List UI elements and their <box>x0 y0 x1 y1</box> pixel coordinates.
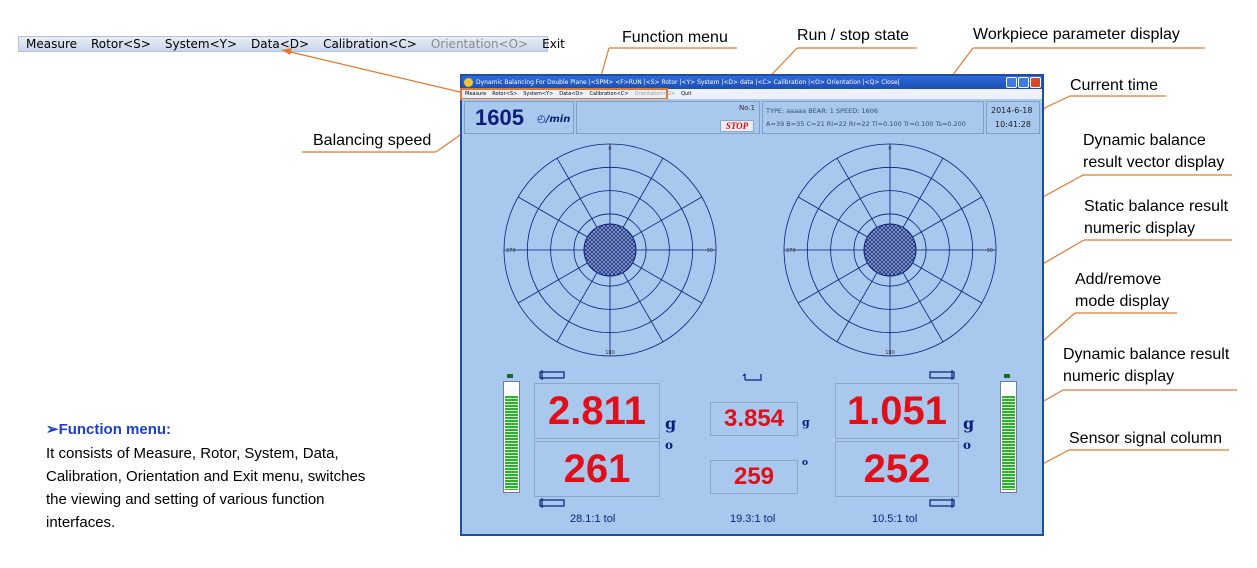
minimize-icon[interactable] <box>1006 77 1017 88</box>
label-static-1: Static balance result <box>1084 198 1229 215</box>
static-angle-display: 259 <box>710 460 798 494</box>
left-tolerance: 28.1:1 tol <box>570 513 616 525</box>
label-addremove-1: Add/remove <box>1075 271 1162 288</box>
speed-unit: ◴/min <box>537 114 571 125</box>
balancing-speed-value: 1605 <box>475 105 524 130</box>
close-icon[interactable] <box>1030 77 1041 88</box>
run-state-panel: No.1 STOP <box>576 101 760 134</box>
maximize-icon[interactable] <box>1018 77 1029 88</box>
window-title: Dynamic Balancing For Double Plane |<SPM… <box>476 79 900 86</box>
right-angle-label-1: 90 <box>987 248 993 254</box>
workpiece-panel: TYPE: aaaaa BEAR: 1 SPEED: 1606 A=39 B=3… <box>762 101 984 134</box>
left-angle-label-0: 0 <box>608 146 611 152</box>
right-angle-label-0: 0 <box>888 146 891 152</box>
function-menu-description: It consists of Measure, Rotor, System, D… <box>46 445 366 531</box>
left-plane-vector-plot: 0 90 180 270 <box>503 143 717 357</box>
current-time: 10:41:28 <box>995 120 1031 129</box>
right-plane-vector-plot: 0 90 180 270 <box>783 143 997 357</box>
label-dyn-numeric-2: numeric display <box>1063 368 1175 385</box>
workpiece-line-2: A=39 B=35 C=21 Rl=22 Rr=22 Tl=0.100 Tr=0… <box>766 120 966 128</box>
label-dyn-numeric-1: Dynamic balance result <box>1063 346 1230 363</box>
static-unit-degree: o <box>802 458 809 468</box>
status-header: 1605 ◴/min No.1 STOP TYPE: aaaaa BEAR: 1… <box>462 99 1042 136</box>
label-vector-display-2: result vector display <box>1083 154 1225 171</box>
plane-number: No.1 <box>739 104 756 112</box>
speed-panel: 1605 ◴/min <box>464 101 574 134</box>
left-angle-label-3: 270 <box>506 248 516 254</box>
left-amount-display: 2.811 <box>534 383 660 439</box>
app-window: Dynamic Balancing For Double Plane |<SPM… <box>460 74 1044 536</box>
label-vector-display-1: Dynamic balance <box>1083 132 1206 149</box>
app-icon <box>464 78 473 87</box>
left-angle-label-1: 90 <box>707 248 713 254</box>
label-balancing-speed: Balancing speed <box>313 132 432 149</box>
label-current-time: Current time <box>1070 77 1159 94</box>
static-tolerance: 19.3:1 tol <box>730 513 776 525</box>
run-stop-state[interactable]: STOP <box>720 120 754 132</box>
static-unit-g: g <box>802 416 810 429</box>
label-workpiece: Workpiece parameter display <box>973 26 1180 43</box>
label-addremove-2: mode display <box>1075 293 1170 310</box>
left-hub <box>583 223 637 277</box>
win-menu-quit[interactable]: Quit <box>678 91 694 97</box>
right-angle-display: 252 <box>835 441 959 497</box>
label-sensor: Sensor signal column <box>1069 430 1222 447</box>
current-date: 2014-6-18 <box>991 106 1033 115</box>
right-unit-degree: o <box>963 438 972 452</box>
right-amount-display: 1.051 <box>835 383 959 439</box>
left-unit-g: g <box>665 414 677 433</box>
static-amount-display: 3.854 <box>710 402 798 436</box>
right-hub <box>863 223 917 277</box>
function-menu-heading: ➢Function menu: <box>46 421 172 438</box>
label-function-menu: Function menu <box>622 29 728 46</box>
left-unit-degree: o <box>665 438 674 452</box>
right-angle-label-2: 180 <box>885 350 895 356</box>
workpiece-line-1: TYPE: aaaaa BEAR: 1 SPEED: 1606 <box>766 107 879 115</box>
label-static-2: numeric display <box>1084 220 1196 237</box>
left-angle-display: 261 <box>534 441 660 497</box>
label-run-stop: Run / stop state <box>797 27 910 44</box>
right-angle-label-3: 270 <box>786 248 796 254</box>
right-unit-g: g <box>963 414 975 433</box>
right-tolerance: 10.5:1 tol <box>872 513 918 525</box>
left-angle-label-2: 180 <box>605 350 615 356</box>
time-panel: 2014-6-18 10:41:28 <box>986 101 1040 134</box>
vector-plots: 0 90 180 270 0 90 180 270 <box>503 143 997 357</box>
